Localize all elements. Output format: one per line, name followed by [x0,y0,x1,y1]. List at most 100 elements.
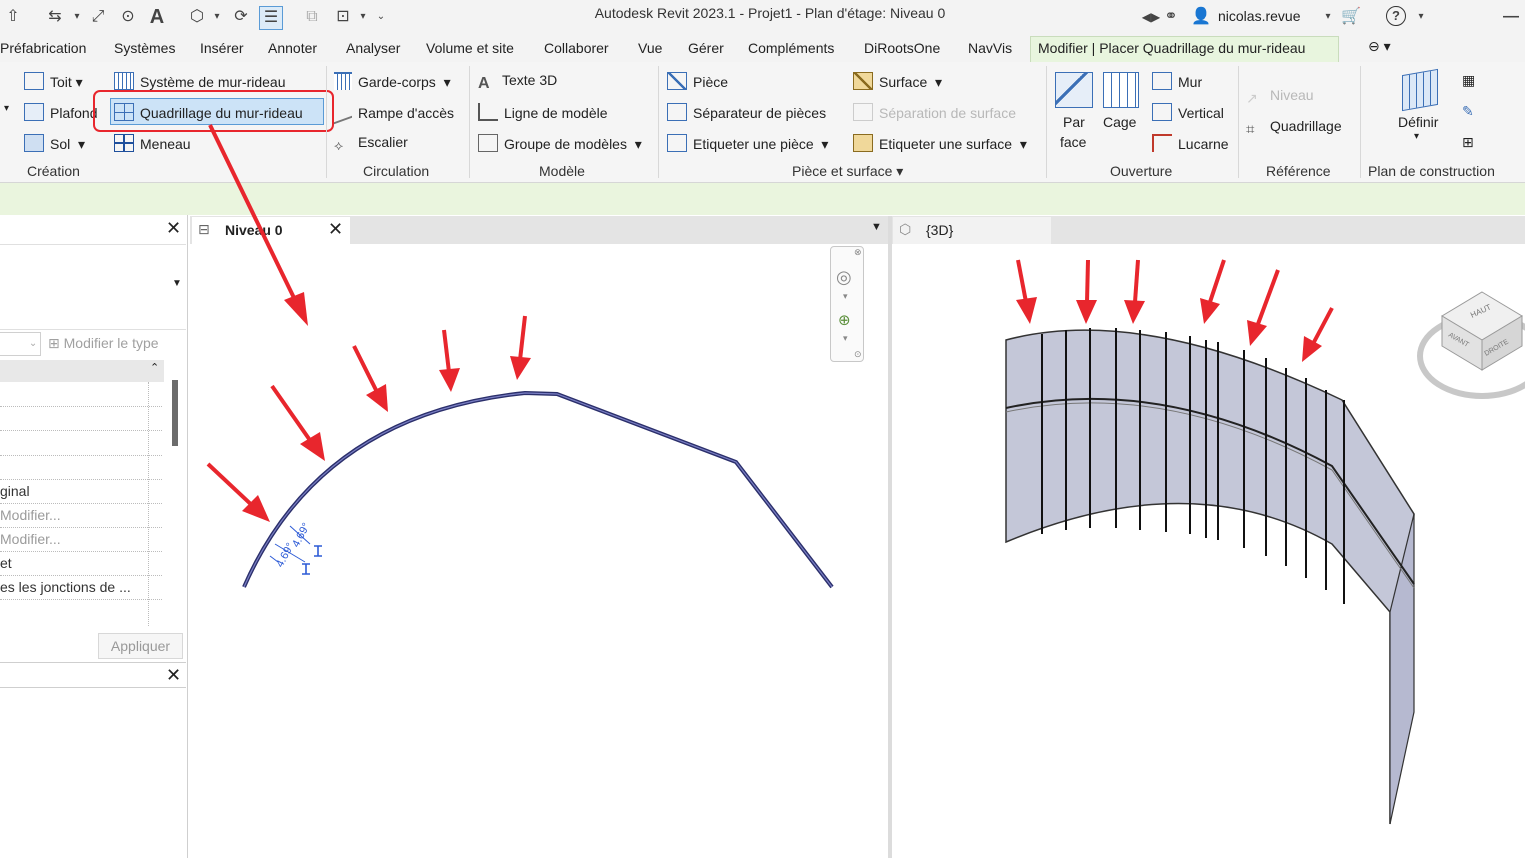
collapse-icon[interactable]: ⌃ [150,361,159,374]
view-tab-3d-label: {3D} [926,222,954,238]
quadrillage-reference-button[interactable]: ⌗ Quadrillage [1246,118,1342,138]
viewer-icon[interactable]: ⊞ [1462,134,1474,151]
tag-room-icon [667,134,687,152]
close-hidden-windows-icon[interactable]: ⧉ [301,6,323,28]
set-workplane-icon[interactable] [1402,68,1438,112]
close-tab-icon[interactable]: ✕ [328,219,343,240]
ligne-modele-button[interactable]: Ligne de modèle [478,103,608,121]
separation-surface-button[interactable]: Séparation de surface [853,103,1016,121]
par-face-label-1[interactable]: Par [1063,114,1085,130]
rampe-acces-button[interactable]: Rampe d'accès [334,99,454,125]
tab-dirootsone[interactable]: DiRootsOne [864,40,940,56]
groupe-modeles-button[interactable]: Groupe de modèles ▾ [478,134,642,153]
garde-corps-button[interactable]: Garde-corps ▾ [334,72,451,91]
panel-label-modele: Modèle [539,163,585,179]
thin-lines-icon[interactable]: ☰ [259,6,283,30]
meneau-button[interactable]: Meneau [114,134,191,152]
close-properties-icon[interactable]: ✕ [166,218,181,239]
surface-button[interactable]: Surface ▾ [853,72,942,91]
vertical-opening-button[interactable]: Vertical [1152,103,1224,121]
systeme-mur-rideau-button[interactable]: Système de mur-rideau [114,72,286,90]
user-icon[interactable]: 👤 [1190,6,1212,28]
shaft-icon[interactable] [1103,72,1139,108]
plan-drawing: 4.69° 4.69° [206,315,834,589]
properties-scrollbar-thumb[interactable] [172,380,178,446]
cage-label[interactable]: Cage [1103,114,1136,130]
dimension-text-2[interactable]: 4.69° [290,521,313,549]
mur-opening-button[interactable]: Mur [1152,72,1202,90]
cart-icon[interactable]: 🛒 [1340,6,1362,28]
etiqueter-piece-button[interactable]: Etiqueter une pièce ▾ [667,134,828,153]
tab-vue[interactable]: Vue [638,40,662,56]
type-selector[interactable] [0,244,186,330]
etiqueter-surface-button[interactable]: Etiqueter une surface ▾ [853,134,1027,153]
tab-systemes[interactable]: Systèmes [114,40,175,56]
panel-separator [1360,66,1361,178]
filter-dropdown[interactable]: ⌄ [0,332,41,356]
by-face-icon[interactable] [1055,72,1093,108]
dropdown-arrow-icon[interactable]: ▾ [66,6,88,28]
properties-group-header[interactable] [0,360,164,382]
tab-inserer[interactable]: Insérer [200,40,244,56]
prop-row-button[interactable]: Modifier... [0,507,61,523]
separateur-pieces-button[interactable]: Séparateur de pièces [667,103,826,121]
switch-windows-icon[interactable]: ⊡ [332,6,354,28]
prop-row-button[interactable]: Modifier... [0,531,61,547]
type-dropdown-icon[interactable]: ▼ [172,278,182,289]
panel-label-piece-surface[interactable]: Pièce et surface ▾ [792,163,903,180]
binoculars-icon[interactable]: ⚭ [1160,6,1182,28]
tab-collaborer[interactable]: Collaborer [544,40,609,56]
help-icon[interactable]: ? [1386,6,1406,26]
close-project-browser-icon[interactable]: ✕ [166,665,181,686]
minimize-icon[interactable]: — [1500,6,1522,28]
par-face-label-2[interactable]: face [1060,134,1086,150]
expand-arrow-icon[interactable]: ◀▶ [1140,6,1162,28]
tab-gerer[interactable]: Gérer [688,40,724,56]
texte-3d-button[interactable]: A Texte 3D [478,72,557,92]
tab-complements[interactable]: Compléments [748,40,834,56]
text-icon[interactable]: A [146,6,168,28]
ribbon-options-icon[interactable]: ⊖ ▾ [1368,38,1391,55]
modify-tool-icon[interactable]: ⇧ [2,6,24,28]
sol-button[interactable]: Sol ▾ [24,134,85,153]
modify-type-button[interactable]: ⊞ Modifier le type [48,335,159,352]
tag-area-icon [853,134,873,152]
level-icon: ↗ [1246,90,1258,106]
escalier-button[interactable]: ⟡ Escalier [334,134,408,153]
customize-toolbar-icon[interactable]: ⌄ [370,6,392,28]
curtain-wall-3d[interactable] [1005,329,1415,825]
dropdown-arrow-icon[interactable]: ▾ [1410,6,1432,28]
view-tab-3d[interactable]: ⬡ {3D} [893,217,1051,244]
default-3d-view-icon[interactable]: ⬡ [186,6,208,28]
ref-plane-icon[interactable]: ✎ [1462,103,1474,120]
apply-button[interactable]: Appliquer [98,633,183,659]
tab-analyser[interactable]: Analyser [346,40,400,56]
plafond-button[interactable]: Plafond [24,103,97,121]
tab-navvis[interactable]: NavVis [968,40,1012,56]
dropdown-arrow-icon[interactable]: ▾ [4,103,9,114]
tab-volume-et-site[interactable]: Volume et site [426,40,514,56]
piece-button[interactable]: Pièce [667,72,728,90]
tab-prefabrication[interactable]: Préfabrication [0,40,86,56]
curtain-wall-plan[interactable] [242,390,834,589]
dimension-icon[interactable]: ⊙ [117,6,139,28]
measure-icon[interactable]: ⤢ [87,6,109,28]
section-icon[interactable]: ⟳ [230,6,252,28]
niveau-button[interactable]: ↗ Niveau [1246,87,1314,106]
curtain-system-icon [114,72,134,90]
show-workplane-icon[interactable]: ▦ [1462,72,1475,89]
dropdown-arrow-icon[interactable]: ▾ [1317,6,1339,28]
viewcube[interactable]: HAUT AVANT DROITE [1417,291,1525,399]
dropdown-arrow-icon[interactable]: ▾ [1414,131,1419,142]
tab-annoter[interactable]: Annoter [268,40,317,56]
user-name[interactable]: nicolas.revue [1218,8,1301,24]
tab-list-dropdown-icon[interactable]: ▼ [871,221,882,233]
lucarne-button[interactable]: Lucarne [1152,134,1229,152]
definir-label[interactable]: Définir [1398,114,1438,130]
panel-divider [0,687,186,688]
tab-modifier-placer[interactable]: Modifier | Placer Quadrillage du mur-rid… [1038,40,1305,56]
dropdown-arrow-icon[interactable]: ▾ [206,6,228,28]
toit-button[interactable]: Toit ▾ [24,72,83,91]
align-icon[interactable]: ⇆ [44,6,66,28]
panel-label-ouverture: Ouverture [1110,163,1173,179]
